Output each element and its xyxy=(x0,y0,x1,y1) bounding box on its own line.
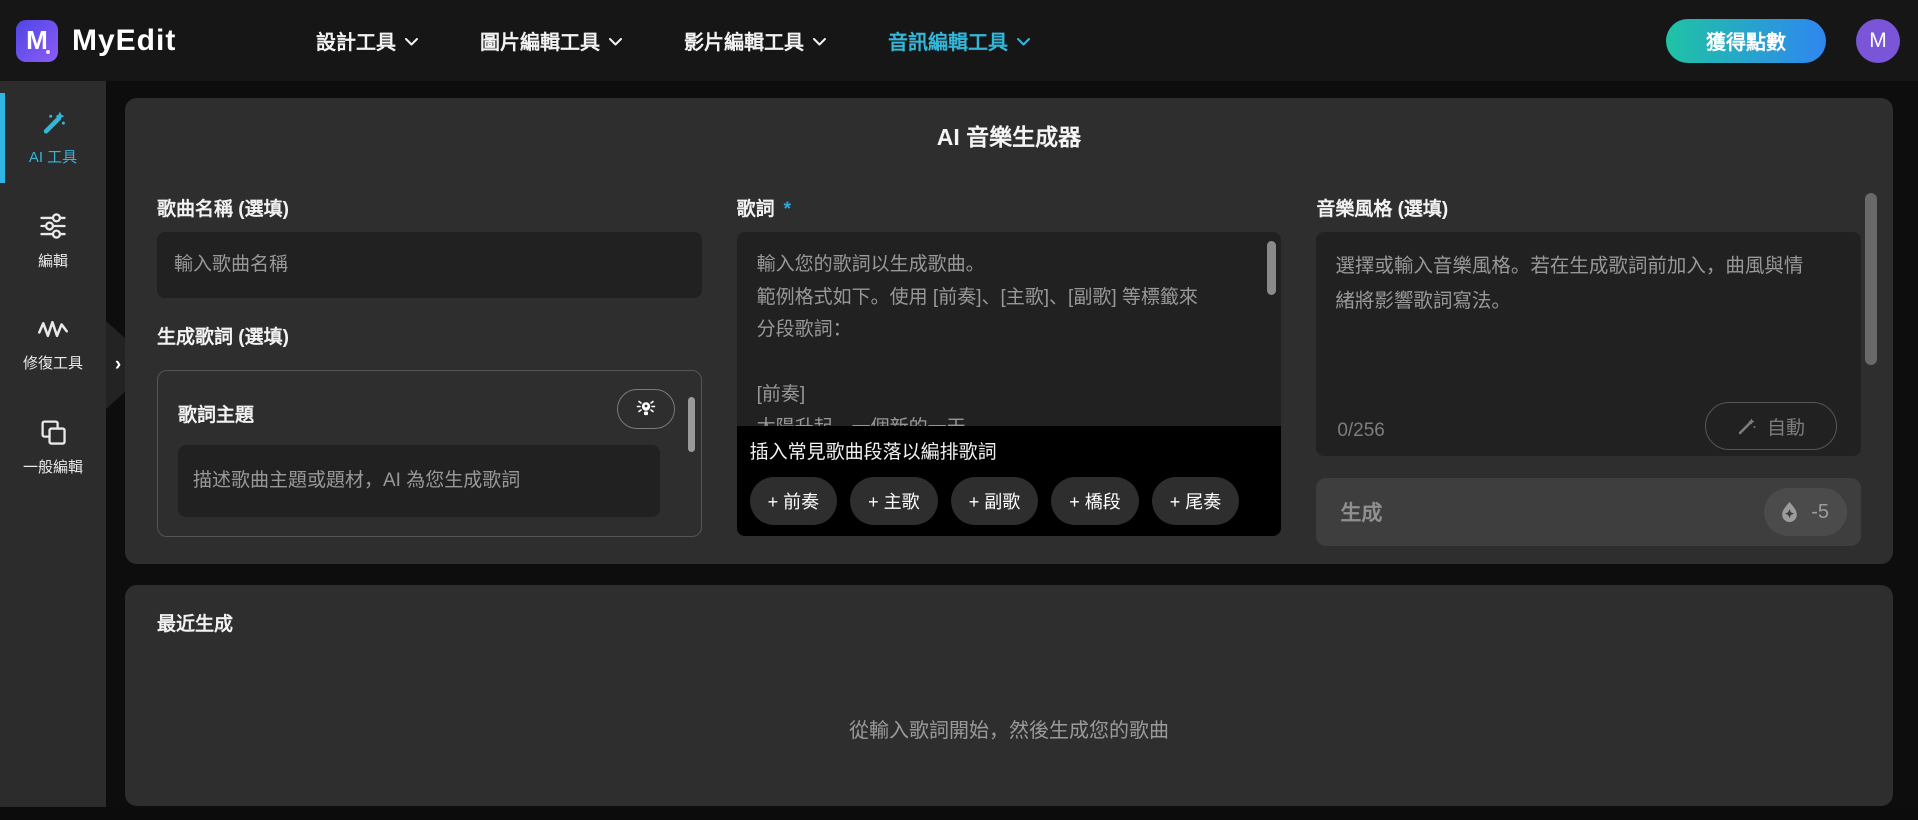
lyrics-column: 歌詞* 輸入您的歌詞以生成歌曲。 範例格式如下。使用 [前奏]、[主歌]、[副歌… xyxy=(737,194,1282,546)
lyrics-scrollbar[interactable] xyxy=(1267,241,1276,295)
section-tags-tooltip: 插入常見歌曲段落以編排歌詞 + 前奏 + 主歌 + 副歌 + 橋段 + 尾奏 xyxy=(737,426,1282,536)
recent-generations-panel: 最近生成 從輸入歌詞開始，然後生成您的歌曲 xyxy=(125,585,1893,806)
song-name-column: 歌曲名稱 (選填) 生成歌詞 (選填) 歌詞主題 xyxy=(157,194,702,546)
generate-lyrics-label: 生成歌詞 (選填) xyxy=(157,322,702,345)
tooltip-text: 插入常見歌曲段落以編排歌詞 xyxy=(750,437,1269,464)
sidebar-item-ai-tools[interactable]: AI 工具 xyxy=(0,93,106,183)
generate-button[interactable]: 生成 -5 xyxy=(1316,478,1861,546)
magic-wand-icon xyxy=(1737,416,1757,436)
navbar-right: 獲得點數 M xyxy=(1666,19,1900,63)
page-bottom-edge xyxy=(0,807,1918,820)
page-title: AI 音樂生成器 xyxy=(157,118,1861,152)
nav-image-tools[interactable]: 圖片編輯工具 xyxy=(480,26,622,55)
myedit-logo-icon: M xyxy=(16,20,58,62)
recent-title: 最近生成 xyxy=(157,609,1861,636)
nav-audio-tools[interactable]: 音訊編輯工具 xyxy=(888,26,1030,55)
sidebar-item-repair-tools[interactable]: 修復工具 xyxy=(0,301,106,389)
chevron-down-icon xyxy=(405,38,418,46)
copy-icon xyxy=(38,417,68,447)
nav-video-tools[interactable]: 影片編輯工具 xyxy=(684,26,826,55)
nav-design-tools[interactable]: 設計工具 xyxy=(316,26,418,55)
magic-wand-icon xyxy=(38,107,68,137)
brand[interactable]: M MyEdit xyxy=(16,20,246,62)
lyrics-label: 歌詞* xyxy=(737,194,1282,217)
lyrics-topic-title: 歌詞主題 xyxy=(178,400,254,423)
add-bridge-button[interactable]: + 橋段 xyxy=(1051,477,1139,525)
lyrics-topic-input[interactable] xyxy=(178,445,660,517)
get-points-button[interactable]: 獲得點數 xyxy=(1666,19,1826,63)
add-verse-button[interactable]: + 主歌 xyxy=(850,477,938,525)
sidebar-item-general-edit[interactable]: 一般編輯 xyxy=(0,403,106,493)
lyrics-topic-card: 歌詞主題 xyxy=(157,370,702,537)
song-name-input[interactable] xyxy=(157,232,702,298)
logo-letter: M xyxy=(26,25,48,56)
chevron-right-icon: › xyxy=(115,354,121,376)
sidebar: AI 工具 編輯 修復工具 一般編輯 xyxy=(0,81,106,807)
music-generator-panel: AI 音樂生成器 歌曲名稱 (選填) 生成歌詞 (選填) 歌詞主題 xyxy=(125,98,1893,564)
user-avatar[interactable]: M xyxy=(1856,19,1900,63)
add-outro-button[interactable]: + 尾奏 xyxy=(1152,477,1240,525)
recent-empty-state: 從輸入歌詞開始，然後生成您的歌曲 xyxy=(157,714,1861,743)
topic-card-scrollbar[interactable] xyxy=(688,397,695,452)
credit-coin-icon xyxy=(1776,499,1803,526)
navbar: M MyEdit 設計工具 圖片編輯工具 影片編輯工具 音訊編輯工具 獲得點數 … xyxy=(0,0,1918,81)
logo-dot xyxy=(46,50,50,54)
music-style-label: 音樂風格 (選填) xyxy=(1316,194,1861,217)
add-chorus-button[interactable]: + 副歌 xyxy=(951,477,1039,525)
lightbulb-icon xyxy=(634,397,658,421)
music-style-textarea[interactable]: 選擇或輸入音樂風格。若在生成歌詞前加入，曲風與情緒將影響歌詞寫法。 0/256 … xyxy=(1316,232,1861,456)
lyrics-textarea[interactable]: 輸入您的歌詞以生成歌曲。 範例格式如下。使用 [前奏]、[主歌]、[副歌] 等標… xyxy=(737,232,1282,536)
page-scrollbar[interactable] xyxy=(1865,193,1877,365)
credit-cost-badge: -5 xyxy=(1764,488,1847,536)
sidebar-item-edit[interactable]: 編輯 xyxy=(0,197,106,287)
chevron-down-icon xyxy=(609,38,622,46)
generator-columns: 歌曲名稱 (選填) 生成歌詞 (選填) 歌詞主題 xyxy=(157,194,1861,546)
char-counter: 0/256 xyxy=(1337,420,1385,442)
music-style-column: 音樂風格 (選填) 選擇或輸入音樂風格。若在生成歌詞前加入，曲風與情緒將影響歌詞… xyxy=(1316,194,1861,546)
required-asterisk: * xyxy=(784,199,791,220)
brand-name: MyEdit xyxy=(72,24,176,58)
idea-suggestion-button[interactable] xyxy=(617,389,675,429)
waveform-icon xyxy=(37,315,69,343)
chevron-down-icon xyxy=(1017,38,1030,46)
music-style-placeholder: 選擇或輸入音樂風格。若在生成歌詞前加入，曲風與情緒將影響歌詞寫法。 xyxy=(1335,249,1815,319)
song-name-label: 歌曲名稱 (選填) xyxy=(157,194,702,217)
add-intro-button[interactable]: + 前奏 xyxy=(750,477,838,525)
chevron-down-icon xyxy=(813,38,826,46)
auto-style-button[interactable]: 自動 xyxy=(1705,402,1837,450)
sliders-icon xyxy=(38,211,68,241)
main-nav: 設計工具 圖片編輯工具 影片編輯工具 音訊編輯工具 xyxy=(316,26,1030,55)
